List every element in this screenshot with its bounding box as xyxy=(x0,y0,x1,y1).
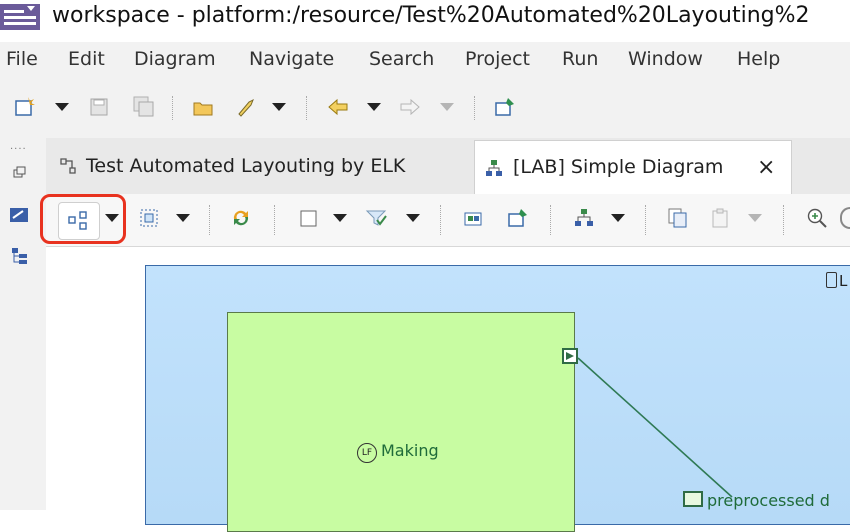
paste-format-dropdown-icon[interactable] xyxy=(748,214,762,222)
toolbar-separator xyxy=(550,205,552,235)
export-icon[interactable] xyxy=(462,207,484,229)
toolbar-separator xyxy=(209,205,211,235)
filter-dropdown-icon[interactable] xyxy=(406,214,420,222)
toolbar-separator xyxy=(474,96,476,120)
tool-dropdown-icon[interactable] xyxy=(272,103,286,111)
paste-format-icon[interactable] xyxy=(710,207,732,229)
app-menu-icon[interactable] xyxy=(0,4,40,30)
open-icon[interactable] xyxy=(192,96,214,118)
container-badge-label: L xyxy=(839,272,848,290)
toolbar-separator xyxy=(306,96,308,120)
menu-run[interactable]: Run xyxy=(562,48,598,70)
tab-test-automated-layouting[interactable]: Test Automated Layouting by ELK xyxy=(50,140,470,194)
hierarchy-icon[interactable] xyxy=(573,207,595,229)
pin-icon[interactable] xyxy=(494,96,516,118)
menu-window[interactable]: Window xyxy=(628,48,703,70)
copy-format-icon[interactable] xyxy=(667,207,689,229)
refresh-icon[interactable] xyxy=(230,207,252,229)
logical-function-icon: LF xyxy=(357,443,377,463)
port-arrow-icon xyxy=(566,352,574,360)
new-dropdown-icon[interactable] xyxy=(55,103,69,111)
toolbar-separator xyxy=(274,205,276,235)
highlight-annotation xyxy=(40,194,126,244)
zoom-in-icon[interactable] xyxy=(806,207,828,229)
making-node-label: LF Making xyxy=(357,441,439,463)
forward-dropdown-icon[interactable] xyxy=(440,103,454,111)
exchange-item-icon xyxy=(683,491,703,507)
close-icon[interactable]: × xyxy=(757,155,775,180)
tab-lab-simple-diagram[interactable]: [LAB] Simple Diagram × xyxy=(474,140,792,195)
tool-icon[interactable] xyxy=(235,96,257,118)
output-port[interactable] xyxy=(562,348,578,364)
menu-file[interactable]: File xyxy=(6,48,38,70)
toolbar-separator xyxy=(172,96,174,120)
making-node[interactable] xyxy=(227,312,575,532)
menu-diagram[interactable]: Diagram xyxy=(134,48,216,70)
tab-label: Test Automated Layouting by ELK xyxy=(86,155,406,177)
diagram-tab-icon xyxy=(60,158,76,174)
menu-edit[interactable]: Edit xyxy=(68,48,105,70)
outline-view-icon[interactable] xyxy=(9,205,31,225)
menu-search[interactable]: Search xyxy=(369,48,434,70)
window-title: workspace - platform:/resource/Test%20Au… xyxy=(52,3,810,28)
save-all-icon[interactable] xyxy=(133,96,155,118)
pin-diagram-icon[interactable] xyxy=(507,207,529,229)
toolbar-separator xyxy=(645,205,647,235)
back-dropdown-icon[interactable] xyxy=(367,103,381,111)
layer-dropdown-icon[interactable] xyxy=(333,214,347,222)
container-badge: L xyxy=(826,272,847,290)
component-icon xyxy=(826,272,837,288)
preprocessed-exchange-label: preprocessed d xyxy=(683,491,830,510)
back-arrow-icon[interactable] xyxy=(327,96,349,118)
trim-grip-icon[interactable]: ···· xyxy=(10,144,27,155)
menu-navigate[interactable]: Navigate xyxy=(249,48,334,70)
layer-icon[interactable] xyxy=(298,207,320,229)
menu-help[interactable]: Help xyxy=(737,48,780,70)
left-trim-bar xyxy=(0,138,46,510)
toolbar-separator xyxy=(440,205,442,235)
tab-label: [LAB] Simple Diagram xyxy=(513,156,724,178)
hierarchy-tab-icon xyxy=(486,160,502,176)
restore-icon[interactable] xyxy=(12,166,26,180)
save-icon[interactable] xyxy=(88,96,110,118)
select-icon[interactable] xyxy=(138,207,160,229)
main-toolbar xyxy=(0,78,850,138)
new-icon[interactable] xyxy=(14,96,36,118)
model-explorer-icon[interactable] xyxy=(9,246,31,266)
filter-icon[interactable] xyxy=(365,207,387,229)
forward-arrow-icon[interactable] xyxy=(399,96,421,118)
menu-project[interactable]: Project xyxy=(465,48,530,70)
hierarchy-dropdown-icon[interactable] xyxy=(611,214,625,222)
toolbar-separator xyxy=(783,205,785,235)
select-dropdown-icon[interactable] xyxy=(176,214,190,222)
